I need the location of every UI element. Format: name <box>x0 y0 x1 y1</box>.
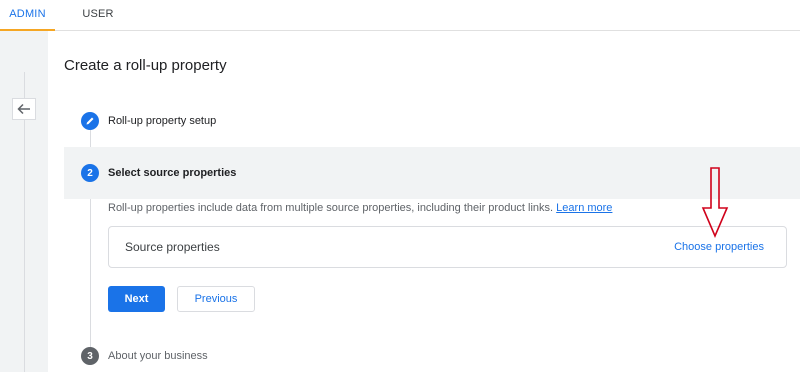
tab-user[interactable]: USER <box>72 0 124 31</box>
tab-admin[interactable]: ADMIN <box>0 0 55 31</box>
step-1-label[interactable]: Roll-up property setup <box>108 115 216 127</box>
previous-button[interactable]: Previous <box>177 286 255 312</box>
arrow-left-icon <box>17 103 30 115</box>
step-3-number: 3 <box>81 347 99 365</box>
pencil-icon <box>86 117 94 125</box>
source-properties-label: Source properties <box>125 240 220 254</box>
step-2-number: 2 <box>81 164 99 182</box>
source-properties-box: Source properties Choose properties <box>108 226 787 268</box>
step-3-label: About your business <box>108 350 208 362</box>
step-2-label: Select source properties <box>108 167 237 179</box>
next-button[interactable]: Next <box>108 286 165 312</box>
step-1-completed-icon <box>81 112 99 130</box>
top-navigation: ADMIN USER <box>0 0 800 31</box>
down-arrow-annotation <box>701 167 729 239</box>
learn-more-link[interactable]: Learn more <box>556 202 612 214</box>
description-text: Roll-up properties include data from mul… <box>108 202 554 214</box>
choose-properties-link[interactable]: Choose properties <box>674 241 764 253</box>
step-description: Roll-up properties include data from mul… <box>108 202 612 214</box>
page-title: Create a roll-up property <box>64 57 227 74</box>
back-button[interactable] <box>12 98 36 120</box>
